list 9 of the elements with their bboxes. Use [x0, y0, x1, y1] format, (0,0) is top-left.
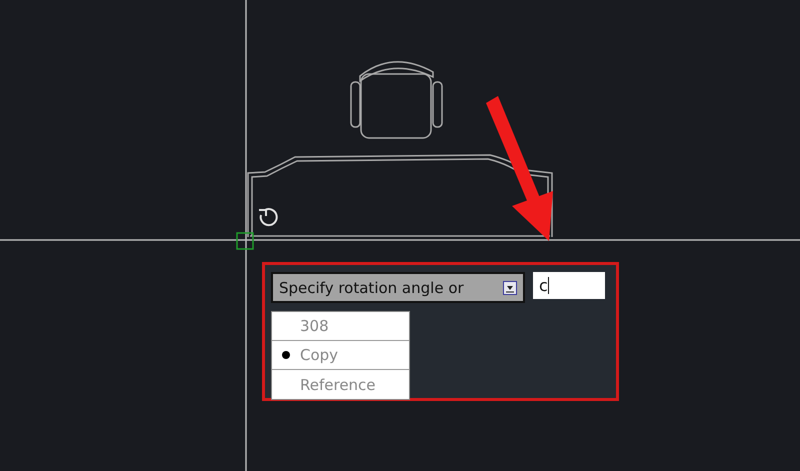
dropdown-icon[interactable]: [503, 280, 517, 294]
menu-item[interactable]: 308: [272, 312, 409, 341]
rotate-icon: [259, 208, 278, 226]
menu-item[interactable]: Copy: [272, 341, 409, 370]
input-field[interactable]: c: [533, 272, 605, 299]
prompt-text: Specify rotation angle or: [279, 278, 464, 296]
snap-marker-icon: [236, 232, 254, 250]
menu-item[interactable]: Reference: [272, 370, 409, 399]
arrow-icon: [486, 96, 553, 241]
